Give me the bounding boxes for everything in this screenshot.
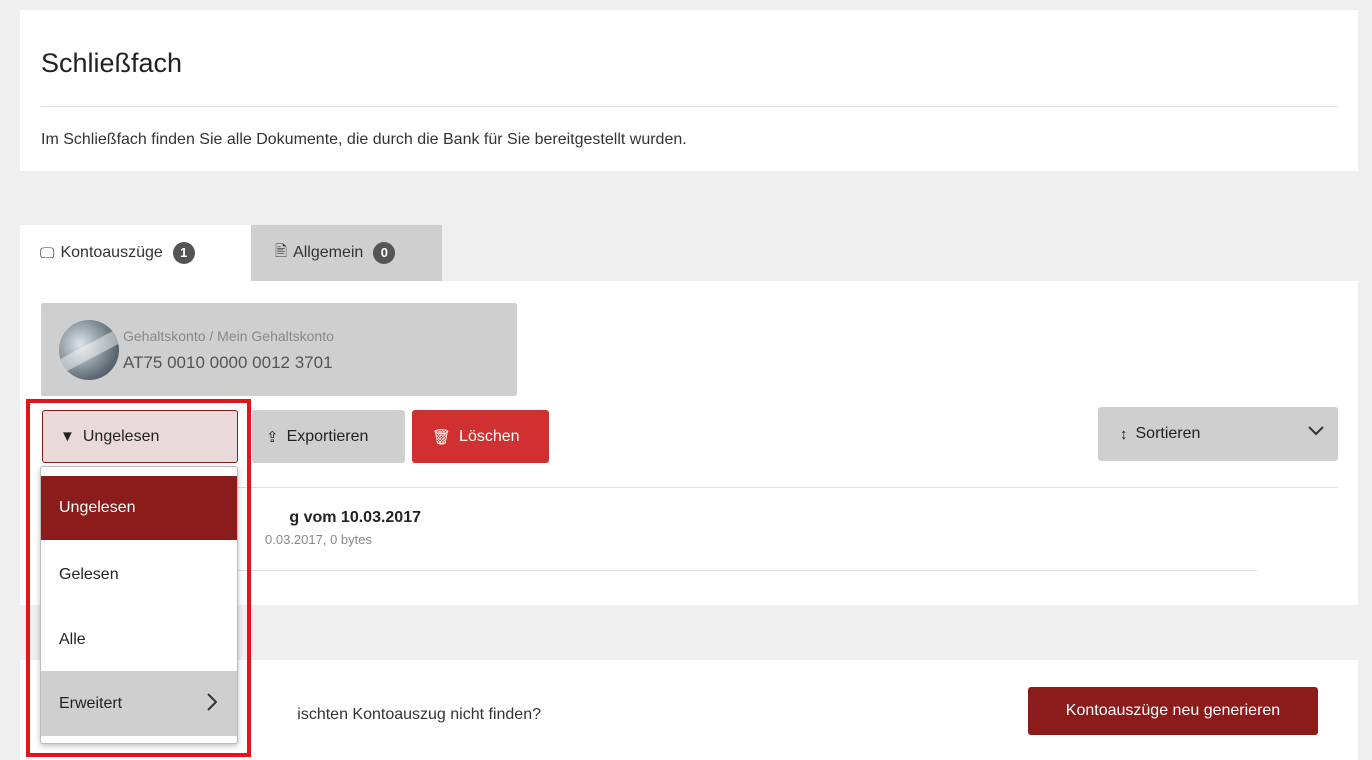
filter-label: Ungelesen xyxy=(82,427,160,445)
account-avatar xyxy=(59,320,119,380)
account-iban: AT75 0010 0000 0012 3701 xyxy=(123,353,333,372)
header-panel: Schließfach Im Schließfach finden Sie al… xyxy=(20,10,1358,171)
filter-icon: ▼ xyxy=(60,428,75,445)
delete-button[interactable]: 🗑 Löschen xyxy=(412,410,549,463)
export-icon: ⇪ xyxy=(266,428,279,446)
delete-label: Löschen xyxy=(459,427,520,445)
advanced-label: Erweitert xyxy=(59,694,123,712)
chevron-down-icon xyxy=(1308,423,1324,441)
account-type: Gehaltskonto / Mein Gehaltskonto xyxy=(123,328,334,344)
divider xyxy=(41,106,1339,107)
page-title: Schließfach xyxy=(41,48,183,78)
filter-option-alle[interactable]: Alle xyxy=(41,608,237,672)
tab-kontoauszuege[interactable]: 🖵 Kontoauszüge 1 xyxy=(20,225,251,281)
chevron-right-icon xyxy=(207,693,218,716)
filter-button[interactable]: ▼ Ungelesen xyxy=(42,410,238,463)
page-description: Im Schließfach finden Sie alle Dokumente… xyxy=(41,131,687,148)
filter-option-gelesen[interactable]: Gelesen xyxy=(41,543,237,607)
count-badge: 0 xyxy=(373,242,396,264)
export-button[interactable]: ⇪ Exportieren xyxy=(252,410,405,463)
filter-option-ungelesen[interactable]: Ungelesen xyxy=(41,476,237,540)
regenerate-label: Kontoauszüge neu generieren xyxy=(1065,702,1281,719)
sort-dropdown[interactable]: ↕ Sortieren xyxy=(1098,407,1338,461)
tab-label: Allgemein xyxy=(293,244,364,261)
tab-allgemein[interactable]: 🖹 Allgemein 0 xyxy=(251,225,442,281)
sort-icon: ↕ xyxy=(1120,425,1128,443)
trash-icon: 🗑 xyxy=(432,428,452,446)
filter-dropdown-menu: Ungelesen Gelesen Alle Erweitert xyxy=(40,466,238,744)
filter-option-erweitert[interactable]: Erweitert xyxy=(41,671,237,736)
export-label: Exportieren xyxy=(286,427,369,445)
account-selector[interactable]: Gehaltskonto / Mein Gehaltskonto AT75 00… xyxy=(41,303,517,396)
statement-icon: 🖵 xyxy=(40,244,55,262)
regenerate-statements-button[interactable]: Kontoauszüge neu generieren xyxy=(1028,687,1318,735)
sort-label: Sortieren xyxy=(1135,425,1201,442)
tab-label: Kontoauszüge xyxy=(60,244,163,261)
document-icon: 🖹 xyxy=(275,242,288,260)
count-badge: 1 xyxy=(172,242,195,264)
